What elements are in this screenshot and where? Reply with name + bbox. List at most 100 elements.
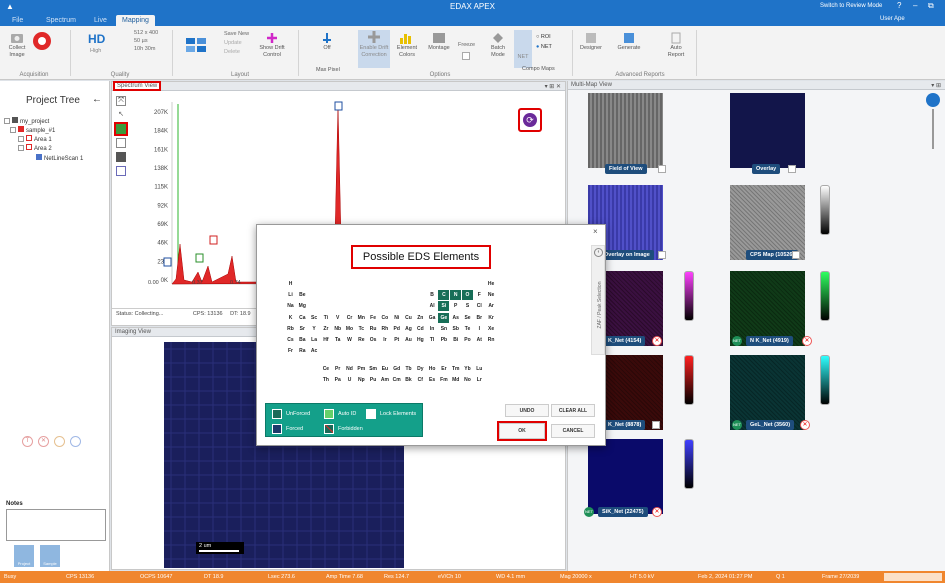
help-icon[interactable]: ?	[897, 1, 901, 10]
element-colors-button[interactable]: Element Colors	[392, 32, 422, 59]
element-nd[interactable]: Nd	[344, 364, 355, 374]
sik-net-map-tile[interactable]	[588, 439, 663, 514]
element-sr[interactable]: Sr	[297, 324, 308, 334]
net-button[interactable]: NET	[514, 30, 532, 68]
element-gd[interactable]: Gd	[391, 364, 402, 374]
tree-item-area1[interactable]: Area 1	[18, 135, 52, 143]
tree-item-area2[interactable]: Area 2	[18, 144, 52, 152]
element-pa[interactable]: Pa	[332, 375, 343, 385]
back-arrow-icon[interactable]: ←	[92, 94, 102, 105]
element-p[interactable]: P	[450, 301, 461, 311]
cursor-icon[interactable]: ↖	[116, 110, 126, 120]
element-tc[interactable]: Tc	[356, 324, 367, 334]
element-cd[interactable]: Cd	[415, 324, 426, 334]
element-pr[interactable]: Pr	[332, 364, 343, 374]
collect-image-button[interactable]: Collect Image	[4, 32, 30, 59]
tree-item-netlinescan[interactable]: NetLineScan 1	[36, 154, 83, 162]
element-tb[interactable]: Tb	[403, 364, 414, 374]
sample-button[interactable]: Sample	[40, 545, 60, 567]
text-tool-icon[interactable]: T	[22, 436, 33, 447]
element-ta[interactable]: Ta	[332, 335, 343, 345]
element-mg[interactable]: Mg	[297, 301, 308, 311]
field-of-view-checkbox[interactable]	[658, 165, 666, 173]
element-ar[interactable]: Ar	[486, 301, 497, 311]
element-cm[interactable]: Cm	[391, 375, 402, 385]
element-o[interactable]: O	[462, 290, 473, 301]
cps-map-checkbox[interactable]	[792, 251, 800, 259]
element-sm[interactable]: Sm	[368, 364, 379, 374]
element-al[interactable]: Al	[427, 301, 438, 311]
save-new-button[interactable]: Save New	[224, 30, 249, 39]
project-button[interactable]: Project	[14, 545, 34, 567]
settings-tool-icon[interactable]	[54, 436, 65, 447]
element-grid-icon[interactable]	[114, 122, 128, 136]
remove-map-5-icon[interactable]: ✕	[652, 507, 662, 517]
zaf-side-tab[interactable]: ‹ ZAF / Peak Selection	[591, 245, 605, 355]
cps-map-tile[interactable]	[730, 185, 805, 260]
element-er[interactable]: Er	[438, 364, 449, 374]
element-k[interactable]: K	[285, 313, 296, 323]
imaging-view-tab[interactable]: Imaging View	[115, 329, 151, 335]
element-ac[interactable]: Ac	[309, 346, 320, 356]
auto-report-button[interactable]: Auto Report	[664, 32, 688, 59]
tree-item-sample[interactable]: sample_#1	[10, 126, 55, 134]
n-k-net-map-tile[interactable]	[730, 271, 805, 346]
quality-settings[interactable]: 512 x 400 50 µs 10h 30m	[134, 29, 158, 53]
element-la[interactable]: La	[309, 335, 320, 345]
element-ge[interactable]: Ge	[438, 312, 450, 323]
refresh-button[interactable]: ⟳	[518, 108, 542, 132]
element-ne[interactable]: Ne	[486, 290, 497, 300]
tree-item-project[interactable]: my_project	[4, 117, 49, 125]
tab-live[interactable]: Live	[88, 15, 113, 26]
quality-level[interactable]: HD	[88, 32, 105, 46]
element-w[interactable]: W	[344, 335, 355, 345]
element-h[interactable]: H	[285, 279, 296, 289]
element-sn[interactable]: Sn	[438, 324, 449, 334]
element-lr[interactable]: Lr	[474, 375, 485, 385]
overlay-on-image-checkbox[interactable]	[658, 251, 666, 259]
element-ag[interactable]: Ag	[403, 324, 414, 334]
tab-file[interactable]: File	[6, 15, 29, 26]
save-spectrum-icon[interactable]	[116, 152, 126, 162]
map-type-radio[interactable]: ○ ROI ● NET	[536, 32, 552, 52]
spectrum-view-tab[interactable]: Spectrum View	[112, 81, 162, 91]
element-v[interactable]: V	[332, 313, 343, 323]
element-na[interactable]: Na	[285, 301, 296, 311]
element-ce[interactable]: Ce	[320, 364, 331, 374]
element-br[interactable]: Br	[474, 313, 485, 323]
element-bi[interactable]: Bi	[450, 335, 461, 345]
element-at[interactable]: At	[474, 335, 485, 345]
show-drift-control-button[interactable]: Show Drift Control	[255, 32, 289, 59]
element-am[interactable]: Am	[379, 375, 390, 385]
record-button[interactable]	[33, 32, 51, 50]
element-xe[interactable]: Xe	[486, 324, 497, 334]
element-tl[interactable]: Tl	[427, 335, 438, 345]
tab-mapping[interactable]: Mapping	[116, 15, 155, 26]
element-ti[interactable]: Ti	[320, 313, 331, 323]
element-f[interactable]: F	[474, 290, 485, 300]
element-ho[interactable]: Ho	[427, 364, 438, 374]
remove-map-1-icon[interactable]: ✕	[652, 336, 662, 346]
overlay-checkbox[interactable]	[788, 165, 796, 173]
element-rb[interactable]: Rb	[285, 324, 296, 334]
element-kr[interactable]: Kr	[486, 313, 497, 323]
delete-tool-icon[interactable]: ✕	[38, 436, 49, 447]
element-eu[interactable]: Eu	[379, 364, 390, 374]
element-li[interactable]: Li	[285, 290, 296, 300]
element-cs[interactable]: Cs	[285, 335, 296, 345]
element-zr[interactable]: Zr	[320, 324, 331, 334]
element-pt[interactable]: Pt	[391, 335, 402, 345]
clear-all-button[interactable]: CLEAR ALL	[551, 404, 595, 417]
enable-drift-correction-button[interactable]: Enable Drift Correction	[358, 30, 390, 68]
element-no[interactable]: No	[462, 375, 473, 385]
designer-button[interactable]: Designer	[578, 32, 604, 52]
element-nb[interactable]: Nb	[332, 324, 343, 334]
element-md[interactable]: Md	[450, 375, 461, 385]
field-of-view-tile[interactable]	[588, 93, 663, 168]
minimize-icon[interactable]: –	[913, 1, 917, 10]
element-c[interactable]: C	[438, 290, 450, 301]
element-be[interactable]: Be	[297, 290, 308, 300]
freeze-checkbox[interactable]	[462, 52, 470, 60]
element-mo[interactable]: Mo	[344, 324, 355, 334]
element-lu[interactable]: Lu	[474, 364, 485, 374]
